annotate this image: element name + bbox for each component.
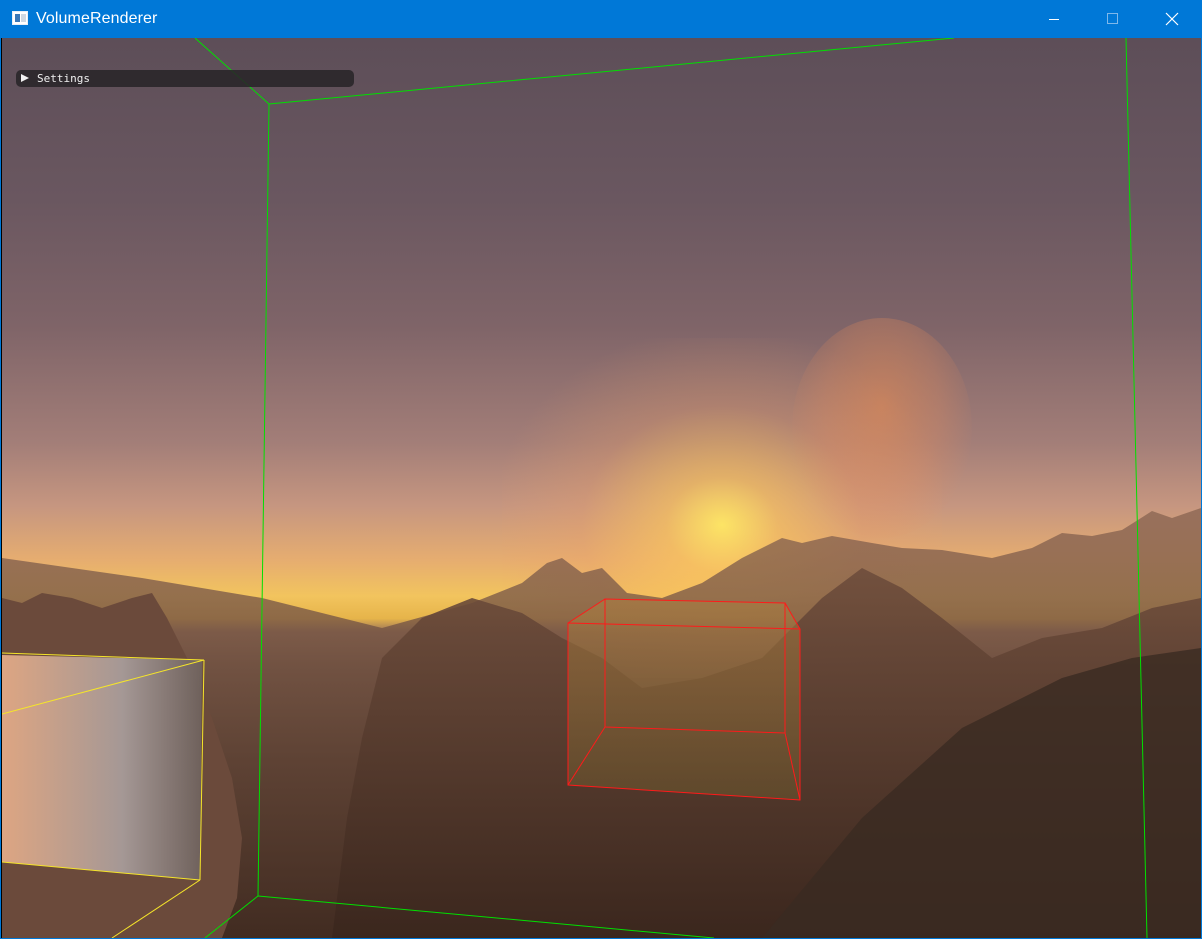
scene-canvas — [2, 38, 1201, 938]
close-icon — [1165, 12, 1179, 26]
maximize-icon — [1107, 13, 1118, 24]
app-window-icon — [12, 11, 28, 25]
yellow-volume — [2, 655, 202, 880]
title-bar[interactable]: VolumeRenderer — [1, 0, 1201, 38]
red-volume — [568, 599, 800, 800]
close-button[interactable] — [1143, 0, 1201, 38]
settings-label: Settings — [37, 72, 90, 85]
minimize-button[interactable] — [1025, 0, 1083, 38]
settings-collapsing-header[interactable]: Settings — [16, 70, 354, 87]
render-viewport[interactable]: Settings — [2, 38, 1201, 938]
maximize-button[interactable] — [1084, 0, 1142, 38]
window-title: VolumeRenderer — [36, 10, 158, 27]
triangle-right-icon — [21, 74, 29, 82]
minimize-icon — [1049, 19, 1059, 20]
app-window: VolumeRenderer Settings — [0, 0, 1202, 939]
